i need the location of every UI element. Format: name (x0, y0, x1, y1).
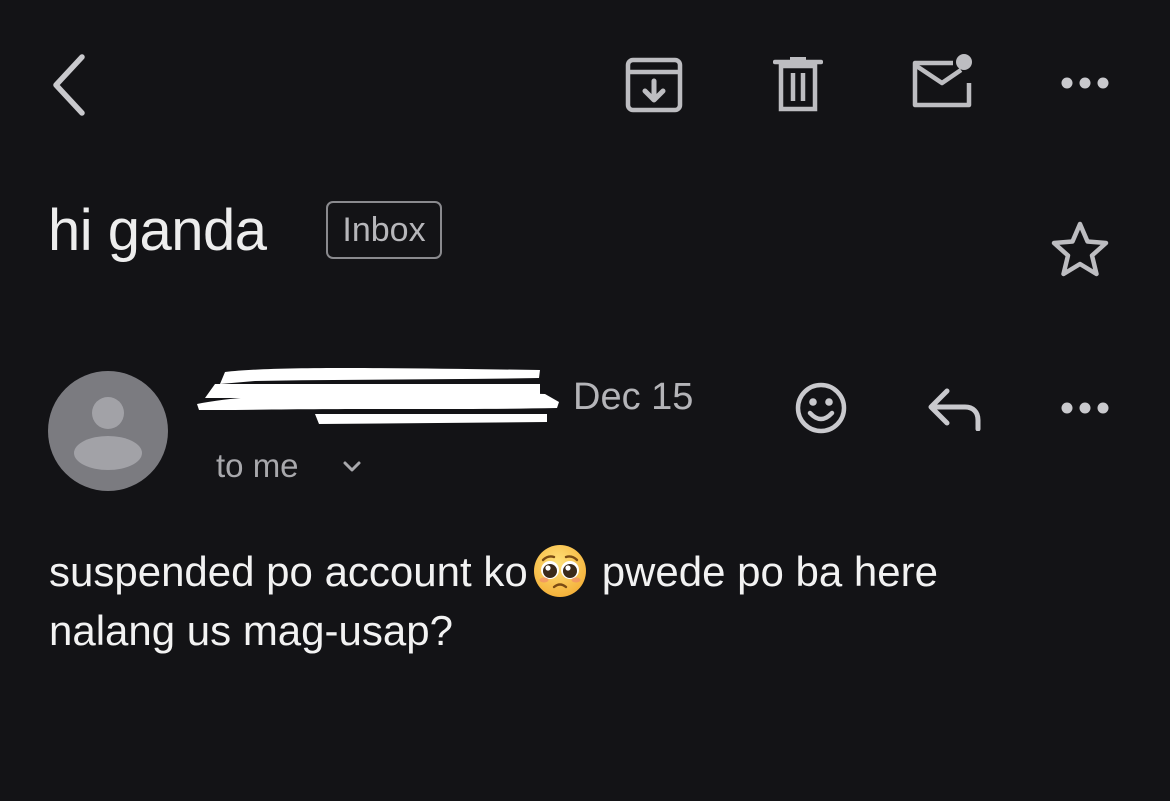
archive-button[interactable] (622, 55, 686, 115)
pleading-face-emoji (532, 543, 588, 599)
trash-icon (773, 56, 823, 112)
chevron-down-icon (342, 460, 362, 474)
email-date: Dec 15 (573, 376, 694, 418)
star-button[interactable] (1046, 218, 1114, 282)
sender-name-redacted (195, 364, 561, 426)
email-subject: hi ganda (48, 198, 267, 263)
email-body: suspended po account ko pwede po ba here… (49, 544, 1129, 658)
recipient-text: to me (216, 447, 299, 484)
chevron-left-icon (48, 53, 88, 117)
body-text-part2: pwede po ba here (601, 548, 938, 595)
body-text-line2: nalang us mag-usap? (49, 606, 453, 654)
body-text-part1: suspended po account ko (49, 548, 528, 595)
mail-unread-icon (909, 53, 975, 109)
archive-icon (625, 57, 683, 113)
more-options-button[interactable] (1056, 70, 1114, 96)
star-icon (1049, 220, 1111, 280)
delete-button[interactable] (770, 55, 826, 113)
reply-button[interactable] (924, 384, 984, 432)
inbox-label-chip[interactable]: Inbox (326, 201, 442, 259)
mark-unread-button[interactable] (908, 52, 976, 110)
person-icon (74, 397, 142, 470)
message-more-button[interactable] (1056, 396, 1114, 420)
recipient-toggle[interactable]: to me (216, 446, 376, 490)
more-horizontal-icon (1060, 401, 1110, 415)
back-button[interactable] (40, 52, 96, 118)
sender-avatar[interactable] (48, 371, 168, 491)
smiley-icon (794, 381, 848, 435)
more-horizontal-icon (1060, 76, 1110, 90)
add-reaction-button[interactable] (792, 380, 850, 436)
reply-icon (925, 385, 983, 431)
